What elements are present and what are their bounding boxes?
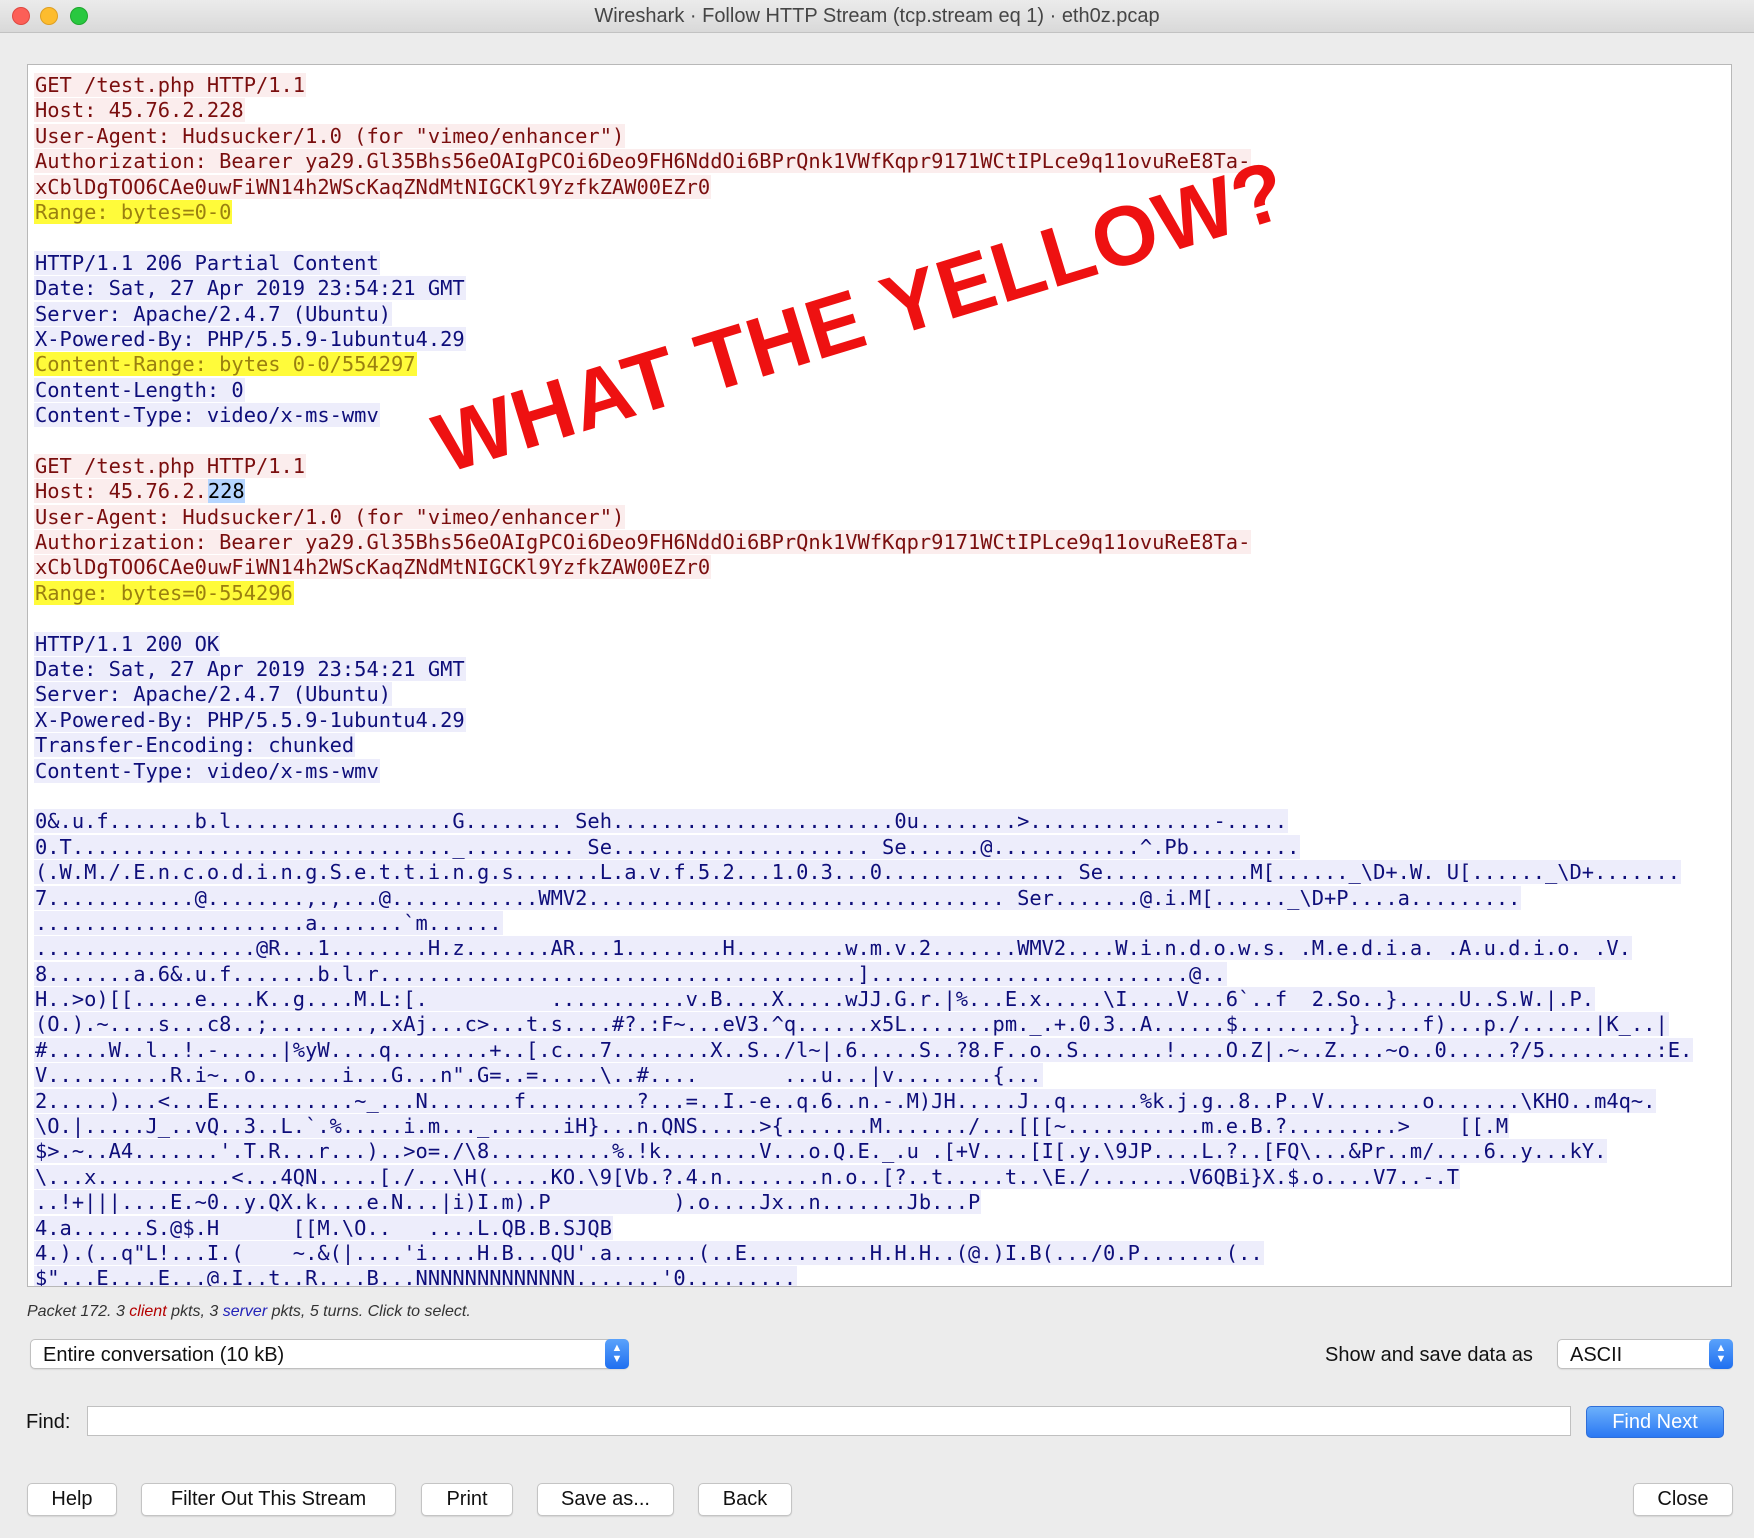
stream-line[interactable]: xCblDgTOO6CAe0uwFiWN14h2WScKaqZNdMtNIGCK… xyxy=(34,555,1693,580)
format-select[interactable]: ASCII ▲ ▼ xyxy=(1557,1339,1733,1369)
selected-text: 228 xyxy=(207,479,245,504)
filter-out-stream-button[interactable]: Filter Out This Stream xyxy=(141,1483,396,1516)
back-button[interactable]: Back xyxy=(698,1483,792,1516)
stream-line[interactable]: Transfer-Encoding: chunked xyxy=(34,733,1693,758)
stream-line[interactable]: (.W.M./.E.n.c.o.d.i.n.g.S.e.t.t.i.n.g.s.… xyxy=(34,860,1693,885)
stream-line[interactable]: 7............@........,.,...@...........… xyxy=(34,885,1693,911)
client-word: client xyxy=(129,1303,167,1320)
stream-line[interactable]: $>.~..A4.......'.T.R...r...)..>o=./\8...… xyxy=(34,1139,1693,1164)
stream-line[interactable]: HTTP/1.1 200 OK xyxy=(34,631,1693,657)
stream-line[interactable]: Authorization: Bearer ya29.Gl35Bhs56eOAI… xyxy=(34,530,1693,555)
stream-line[interactable]: Range: bytes=0-0 xyxy=(34,199,1693,225)
stream-line[interactable]: User-Agent: Hudsucker/1.0 (for "vimeo/en… xyxy=(34,504,1693,530)
server-word: server xyxy=(222,1303,268,1320)
stream-line[interactable]: V..........R.i~..o.......i...G...n".G=..… xyxy=(34,1063,1693,1088)
help-button[interactable]: Help xyxy=(27,1483,117,1516)
stream-line[interactable]: #.....W..l..!.-.....|%yW....q........+..… xyxy=(34,1037,1694,1063)
conversation-select[interactable]: Entire conversation (10 kB) ▲ ▼ xyxy=(30,1339,629,1369)
stream-line[interactable]: User-Agent: Hudsucker/1.0 (for "vimeo/en… xyxy=(34,123,1693,149)
stream-line[interactable]: Range: bytes=0-554296 xyxy=(34,580,1693,606)
find-label: Find: xyxy=(26,1411,71,1433)
stream-line[interactable] xyxy=(34,225,1693,250)
select-stepper-icon: ▲ ▼ xyxy=(605,1339,629,1369)
save-as-button[interactable]: Save as... xyxy=(537,1483,674,1516)
stream-line[interactable] xyxy=(34,606,1693,631)
stream-line[interactable]: $"...E....E...@.I..t..R....B...NNNNNNNNN… xyxy=(34,1266,1693,1286)
select-stepper-icon: ▲ ▼ xyxy=(1709,1339,1733,1369)
stream-line[interactable]: 0.T..............................._.....… xyxy=(34,834,1693,860)
window-title: Wireshark · Follow HTTP Stream (tcp.stre… xyxy=(594,5,1160,27)
stream-line[interactable]: xCblDgTOO6CAe0uwFiWN14h2WScKaqZNdMtNIGCK… xyxy=(34,174,1693,200)
stream-line[interactable]: X-Powered-By: PHP/5.5.9-1ubuntu4.29 xyxy=(34,707,1693,733)
stream-line[interactable]: ..!+|||....E.~0..y.QX.k....e.N...|i)I.m)… xyxy=(34,1190,1693,1215)
stream-line[interactable]: Host: 45.76.2.228 xyxy=(34,98,1693,123)
stream-line[interactable] xyxy=(34,784,1693,809)
show-save-label: Show and save data as xyxy=(1325,1344,1533,1366)
stream-line[interactable]: \O.|.....J_..vQ..3..L.`.%.....i.m..._...… xyxy=(34,1114,1693,1139)
stream-content-pane[interactable]: GET /test.php HTTP/1.1 Host: 45.76.2.228 U… xyxy=(27,64,1732,1287)
stream-line[interactable]: Content-Length: 0 xyxy=(34,377,1693,403)
stream-line[interactable]: Host: 45.76.2.228 xyxy=(34,479,1693,504)
title-bar: Wireshark · Follow HTTP Stream (tcp.stre… xyxy=(0,0,1754,33)
print-button[interactable]: Print xyxy=(421,1483,513,1516)
packet-info: Packet 172. 3 client pkts, 3 server pkts… xyxy=(27,1303,471,1320)
find-input[interactable] xyxy=(87,1406,1571,1436)
stream-line[interactable]: H..>o)[[.....e....K..g....M.L:[. .......… xyxy=(34,987,1693,1012)
find-next-button[interactable]: Find Next xyxy=(1586,1406,1724,1438)
stream-line[interactable]: GET /test.php HTTP/1.1 xyxy=(34,453,1693,479)
stream-line[interactable]: Server: Apache/2.4.7 (Ubuntu) xyxy=(34,682,1693,707)
stream-line[interactable]: Content-Type: video/x-ms-wmv xyxy=(34,758,1693,784)
stream-line[interactable]: ......................a.......`m...... xyxy=(34,910,1693,936)
stream-line[interactable]: (O.).~....s...c8..;........,.xAj...c>...… xyxy=(34,1012,1693,1037)
stream-line[interactable]: 0&.u.f.......b.l..................G.....… xyxy=(34,809,1693,834)
stream-line[interactable]: 8.......a.6&.u.f.......b.l.r............… xyxy=(34,961,1693,987)
stream-line[interactable]: Content-Type: video/x-ms-wmv xyxy=(34,403,1693,428)
stream-line[interactable]: GET /test.php HTTP/1.1 xyxy=(34,73,1693,98)
stream-text[interactable]: GET /test.php HTTP/1.1 Host: 45.76.2.228 U… xyxy=(34,73,1694,1286)
stream-line[interactable]: 4.a......S.@$.H [[M.\O.. ....L.QB.B.SJQB xyxy=(34,1215,1693,1241)
stream-line[interactable]: Date: Sat, 27 Apr 2019 23:54:21 GMT xyxy=(34,656,1693,682)
stream-line[interactable] xyxy=(34,428,1693,453)
stream-line[interactable]: Authorization: Bearer ya29.Gl35Bhs56eOAI… xyxy=(34,149,1693,174)
stream-line[interactable]: \...x...........<...4QN.....[./...\H(...… xyxy=(34,1164,1693,1190)
close-button[interactable]: Close xyxy=(1633,1483,1733,1516)
stream-line[interactable]: 4.).(..q"L!...I.( ~.&(|....'i....H.B...Q… xyxy=(34,1240,1693,1266)
stream-line[interactable]: 2.....)...<...E...........~_...N.......f… xyxy=(34,1088,1693,1114)
stream-line[interactable]: ..................@R...1........H.z.....… xyxy=(34,936,1693,961)
